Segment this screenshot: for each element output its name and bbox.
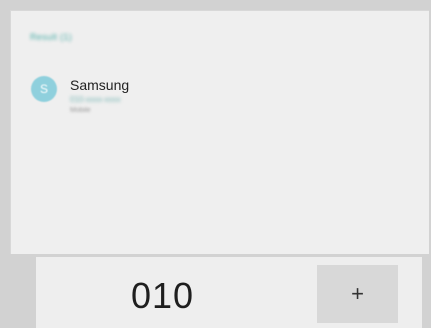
contact-number: 010-xxxx-xxxx	[70, 95, 121, 104]
dial-input-bar: 010 +	[36, 257, 422, 328]
search-results-panel: Result (1) S Samsung 010-xxxx-xxxx Mobil…	[10, 10, 429, 254]
dialer-screen: Result (1) S Samsung 010-xxxx-xxxx Mobil…	[0, 0, 431, 328]
add-to-contacts-button[interactable]: +	[317, 265, 398, 323]
plus-icon: +	[351, 281, 364, 306]
contact-number-type: Mobile	[70, 107, 91, 114]
results-header: Result (1)	[30, 32, 73, 42]
dialed-number-field[interactable]: 010	[131, 275, 194, 317]
contact-avatar: S	[31, 76, 57, 102]
contact-name: Samsung	[70, 77, 130, 93]
contact-result-row[interactable]: S Samsung 010-xxxx-xxxx Mobile	[31, 67, 331, 119]
